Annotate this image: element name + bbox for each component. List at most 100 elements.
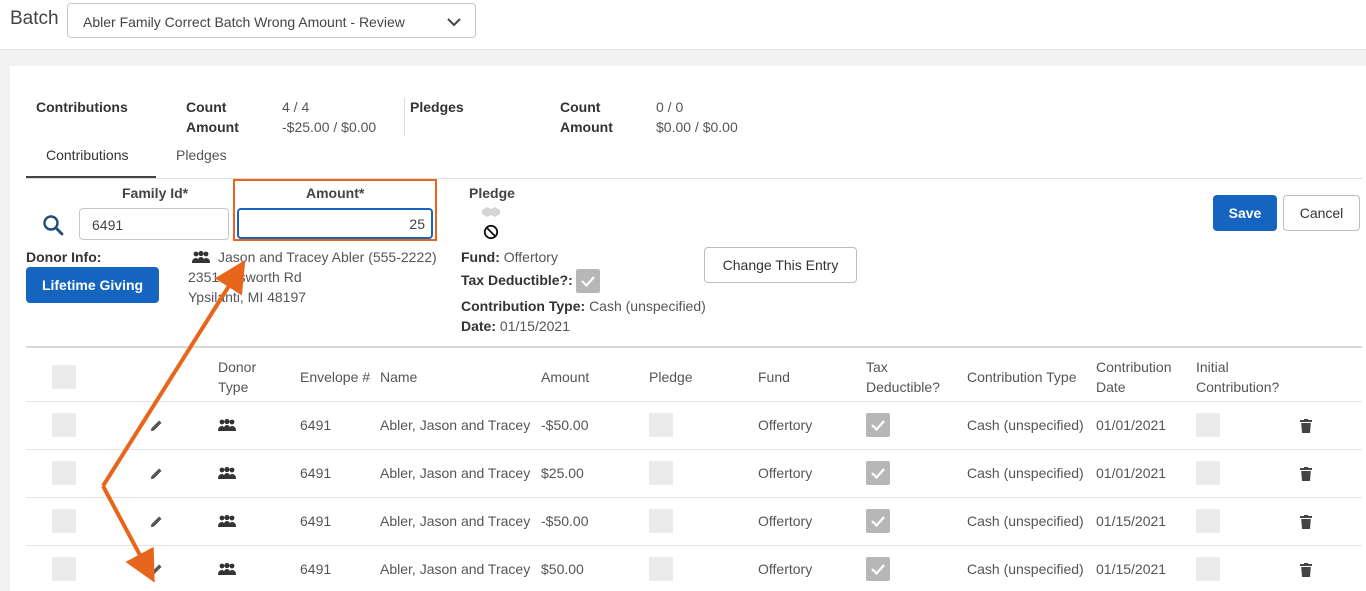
cell-amount: $50.00 <box>541 561 584 577</box>
contributions-amount-value: -$25.00 / $0.00 <box>282 119 377 135</box>
cell-contribution-date: 01/01/2021 <box>1096 465 1167 481</box>
cell-contribution-type: Cash (unspecified) <box>967 417 1084 433</box>
chevron-down-icon <box>447 18 461 27</box>
trash-icon[interactable] <box>1300 467 1312 481</box>
date-label: Date: <box>461 318 497 334</box>
ban-icon[interactable] <box>483 224 499 240</box>
select-all-checkbox[interactable] <box>52 365 76 389</box>
contribution-type-value: Cash (unspecified) <box>589 298 706 314</box>
header-fund: Fund <box>758 369 790 385</box>
contributions-count-label: Count <box>186 99 227 115</box>
row-select-checkbox[interactable] <box>52 557 76 581</box>
cell-name: Abler, Jason and Tracey <box>380 417 531 433</box>
family-icon <box>218 418 236 431</box>
cell-contribution-type: Cash (unspecified) <box>967 465 1084 481</box>
row-select-checkbox[interactable] <box>52 413 76 437</box>
header-name: Name <box>380 369 418 385</box>
pledges-amount-value: $0.00 / $0.00 <box>656 119 738 135</box>
tab-contributions[interactable]: Contributions <box>46 147 129 163</box>
cell-fund: Offertory <box>758 417 813 433</box>
cancel-button[interactable]: Cancel <box>1283 195 1360 231</box>
fund-info: Fund: Offertory <box>461 249 558 265</box>
row-divider <box>26 401 1362 402</box>
cell-envelope: 6491 <box>300 561 332 577</box>
cell-envelope: 6491 <box>300 513 332 529</box>
search-icon[interactable] <box>42 214 64 236</box>
cell-fund: Offertory <box>758 465 813 481</box>
contribution-type-label: Contribution Type: <box>461 298 586 314</box>
pencil-icon[interactable] <box>149 418 164 433</box>
fund-value: Offertory <box>503 249 558 265</box>
pledges-count-label: Count <box>560 99 601 115</box>
row-divider <box>26 449 1362 450</box>
batch-label: Batch <box>10 8 59 29</box>
contributions-summary-title: Contributions <box>36 99 128 115</box>
initial-contribution-checkbox <box>1196 413 1220 437</box>
header-donor-type: Donor Type <box>218 359 257 395</box>
trash-icon[interactable] <box>1300 563 1312 577</box>
row-select-checkbox[interactable] <box>52 509 76 533</box>
pledge-checkbox <box>649 413 673 437</box>
header-amount: Amount <box>541 369 590 385</box>
header-envelope: Envelope # <box>300 369 371 385</box>
tab-pledges[interactable]: Pledges <box>176 147 227 163</box>
lifetime-giving-button[interactable]: Lifetime Giving <box>26 267 159 303</box>
date-value: 01/15/2021 <box>499 318 570 334</box>
donor-address-line2: Ypsilanti, MI 48197 <box>188 289 307 305</box>
change-entry-button[interactable]: Change This Entry <box>704 247 857 283</box>
family-id-input[interactable]: 6491 <box>79 208 229 240</box>
cell-envelope: 6491 <box>300 417 332 433</box>
pledge-checkbox <box>649 557 673 581</box>
family-icon <box>218 514 236 527</box>
cell-contribution-type: Cash (unspecified) <box>967 513 1084 529</box>
cell-amount: $25.00 <box>541 465 584 481</box>
cell-envelope: 6491 <box>300 465 332 481</box>
pencil-icon[interactable] <box>149 562 164 577</box>
contribution-type-info: Contribution Type: Cash (unspecified) <box>461 298 706 314</box>
trash-icon[interactable] <box>1300 515 1312 529</box>
tabs-divider <box>26 178 1362 179</box>
donor-address-line1: 2351 Ellsworth Rd <box>188 269 302 285</box>
family-icon <box>192 250 210 263</box>
trash-icon[interactable] <box>1300 419 1312 433</box>
donor-info-label: Donor Info: <box>26 249 102 265</box>
cell-contribution-date: 01/01/2021 <box>1096 417 1167 433</box>
tax-deductible-check <box>866 509 890 533</box>
cell-amount: -$50.00 <box>541 513 589 529</box>
tax-deductible-check <box>866 413 890 437</box>
pledges-summary-title: Pledges <box>410 99 464 115</box>
cell-fund: Offertory <box>758 513 813 529</box>
cell-fund: Offertory <box>758 561 813 577</box>
pledge-checkbox <box>649 509 673 533</box>
initial-contribution-checkbox <box>1196 461 1220 485</box>
pencil-icon[interactable] <box>149 514 164 529</box>
batch-select-value: Abler Family Correct Batch Wrong Amount … <box>83 14 405 30</box>
tax-deductible-label: Tax Deductible?: <box>461 272 573 288</box>
date-info: Date: 01/15/2021 <box>461 318 570 334</box>
header-contribution-type: Contribution Type <box>967 369 1077 385</box>
table-top-border <box>26 346 1362 348</box>
handshake-icon <box>482 207 500 217</box>
header-initial-contribution: Initial Contribution? <box>1196 359 1280 395</box>
header-contribution-date: Contribution Date <box>1096 359 1172 395</box>
tax-deductible-check <box>866 461 890 485</box>
pledge-label: Pledge <box>469 185 515 201</box>
pencil-icon[interactable] <box>149 466 164 481</box>
batch-select[interactable]: Abler Family Correct Batch Wrong Amount … <box>67 3 476 38</box>
family-icon <box>218 562 236 575</box>
row-divider <box>26 545 1362 546</box>
family-icon <box>218 466 236 479</box>
header-tax-deductible: Tax Deductible? <box>866 359 940 395</box>
top-bar: Batch Abler Family Correct Batch Wrong A… <box>0 0 1366 50</box>
tax-deductible-check <box>866 557 890 581</box>
cell-contribution-date: 01/15/2021 <box>1096 561 1167 577</box>
cell-amount: -$50.00 <box>541 417 589 433</box>
header-pledge: Pledge <box>649 369 693 385</box>
family-id-label: Family Id* <box>122 185 189 201</box>
cell-name: Abler, Jason and Tracey <box>380 513 531 529</box>
row-select-checkbox[interactable] <box>52 461 76 485</box>
contributions-count-value: 4 / 4 <box>282 99 310 115</box>
save-button[interactable]: Save <box>1213 195 1277 231</box>
tax-deductible-checkbox[interactable] <box>576 269 600 293</box>
annotation-highlight-box <box>233 179 437 241</box>
